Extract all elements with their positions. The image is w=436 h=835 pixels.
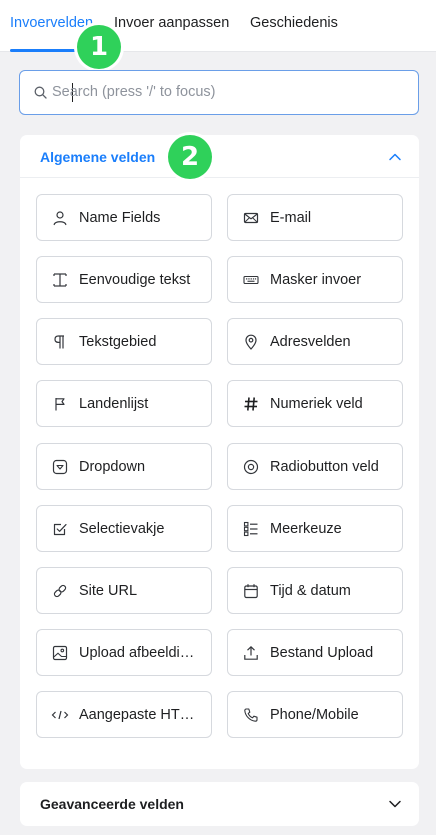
field-landenlijst[interactable]: Landenlijst: [36, 380, 212, 427]
chevron-down-icon: [389, 800, 401, 808]
search-icon: [34, 86, 47, 99]
field-label: Meerkeuze: [270, 521, 342, 537]
tab-invoervelden[interactable]: Invoervelden: [10, 15, 93, 31]
step-badge-1: 1: [77, 25, 121, 69]
flag-icon: [51, 395, 69, 413]
user-icon: [51, 209, 69, 227]
field-label: Site URL: [79, 583, 138, 599]
field-name-fields[interactable]: Name Fields: [36, 194, 212, 241]
field-eenvoudige-tekst[interactable]: Eenvoudige tekst: [36, 256, 212, 303]
field-tijd-datum[interactable]: Tijd & datum: [227, 567, 403, 614]
field-label: Phone/Mobile: [270, 707, 359, 723]
step-badge-2: 2: [168, 135, 212, 179]
field-label: Adresvelden: [270, 334, 351, 350]
field-e-mail[interactable]: E-mail: [227, 194, 403, 241]
field-label: Radiobutton veld: [270, 459, 379, 475]
field-radiobutton-veld[interactable]: Radiobutton veld: [227, 443, 403, 490]
field-phone-mobile[interactable]: Phone/Mobile: [227, 691, 403, 738]
general-fields-title: Algemene velden: [40, 149, 156, 165]
field-masker-invoer[interactable]: Masker invoer: [227, 256, 403, 303]
field-label: Landenlijst: [79, 396, 149, 412]
tab-invoer-aanpassen[interactable]: Invoer aanpassen: [114, 15, 229, 31]
field-label: Dropdown: [79, 459, 146, 475]
field-label: E-mail: [270, 210, 312, 226]
search-box[interactable]: [19, 70, 419, 115]
field-upload-afbeelding[interactable]: Upload afbeeldi…: [36, 629, 212, 676]
field-label: Tekstgebied: [79, 334, 157, 350]
paragraph-icon: [51, 333, 69, 351]
keyboard-icon: [242, 271, 260, 289]
field-site-url[interactable]: Site URL: [36, 567, 212, 614]
advanced-fields-title: Geavanceerde velden: [40, 796, 184, 812]
text-cursor-icon: [51, 271, 69, 289]
code-icon: [51, 706, 69, 724]
field-label: Aangepaste HT…: [79, 707, 195, 723]
image-upload-icon: [51, 644, 69, 662]
field-label: Masker invoer: [270, 272, 362, 288]
hash-icon: [242, 395, 260, 413]
field-numeriek-veld[interactable]: Numeriek veld: [227, 380, 403, 427]
field-label: Upload afbeeldi…: [79, 645, 195, 661]
field-label: Selectievakje: [79, 521, 165, 537]
tab-bar: Invoervelden Invoer aanpassen Geschieden…: [0, 0, 436, 52]
link-icon: [51, 582, 69, 600]
map-pin-icon: [242, 333, 260, 351]
field-dropdown[interactable]: Dropdown: [36, 443, 212, 490]
calendar-icon: [242, 582, 260, 600]
list-check-icon: [242, 520, 260, 538]
field-label: Numeriek veld: [270, 396, 363, 412]
checkbox-icon: [51, 520, 69, 538]
general-fields-header[interactable]: Algemene velden: [20, 135, 419, 178]
advanced-fields-panel[interactable]: Geavanceerde velden: [20, 782, 419, 826]
field-label: Name Fields: [79, 210, 161, 226]
radio-icon: [242, 458, 260, 476]
field-label: Bestand Upload: [270, 645, 374, 661]
upload-icon: [242, 644, 260, 662]
chevron-up-icon: [389, 153, 401, 161]
field-label: Eenvoudige tekst: [79, 272, 191, 288]
field-label: Tijd & datum: [270, 583, 351, 599]
field-aangepaste-html[interactable]: Aangepaste HT…: [36, 691, 212, 738]
envelope-icon: [242, 209, 260, 227]
dropdown-icon: [51, 458, 69, 476]
field-bestand-upload[interactable]: Bestand Upload: [227, 629, 403, 676]
field-selectievakje[interactable]: Selectievakje: [36, 505, 212, 552]
field-adresvelden[interactable]: Adresvelden: [227, 318, 403, 365]
field-meerkeuze[interactable]: Meerkeuze: [227, 505, 403, 552]
general-fields-panel: Algemene velden Name Fields E-mail Eenvo…: [20, 135, 419, 769]
search-input[interactable]: [52, 71, 407, 113]
field-tekstgebied[interactable]: Tekstgebied: [36, 318, 212, 365]
phone-icon: [242, 706, 260, 724]
tab-geschiedenis[interactable]: Geschiedenis: [250, 15, 338, 31]
